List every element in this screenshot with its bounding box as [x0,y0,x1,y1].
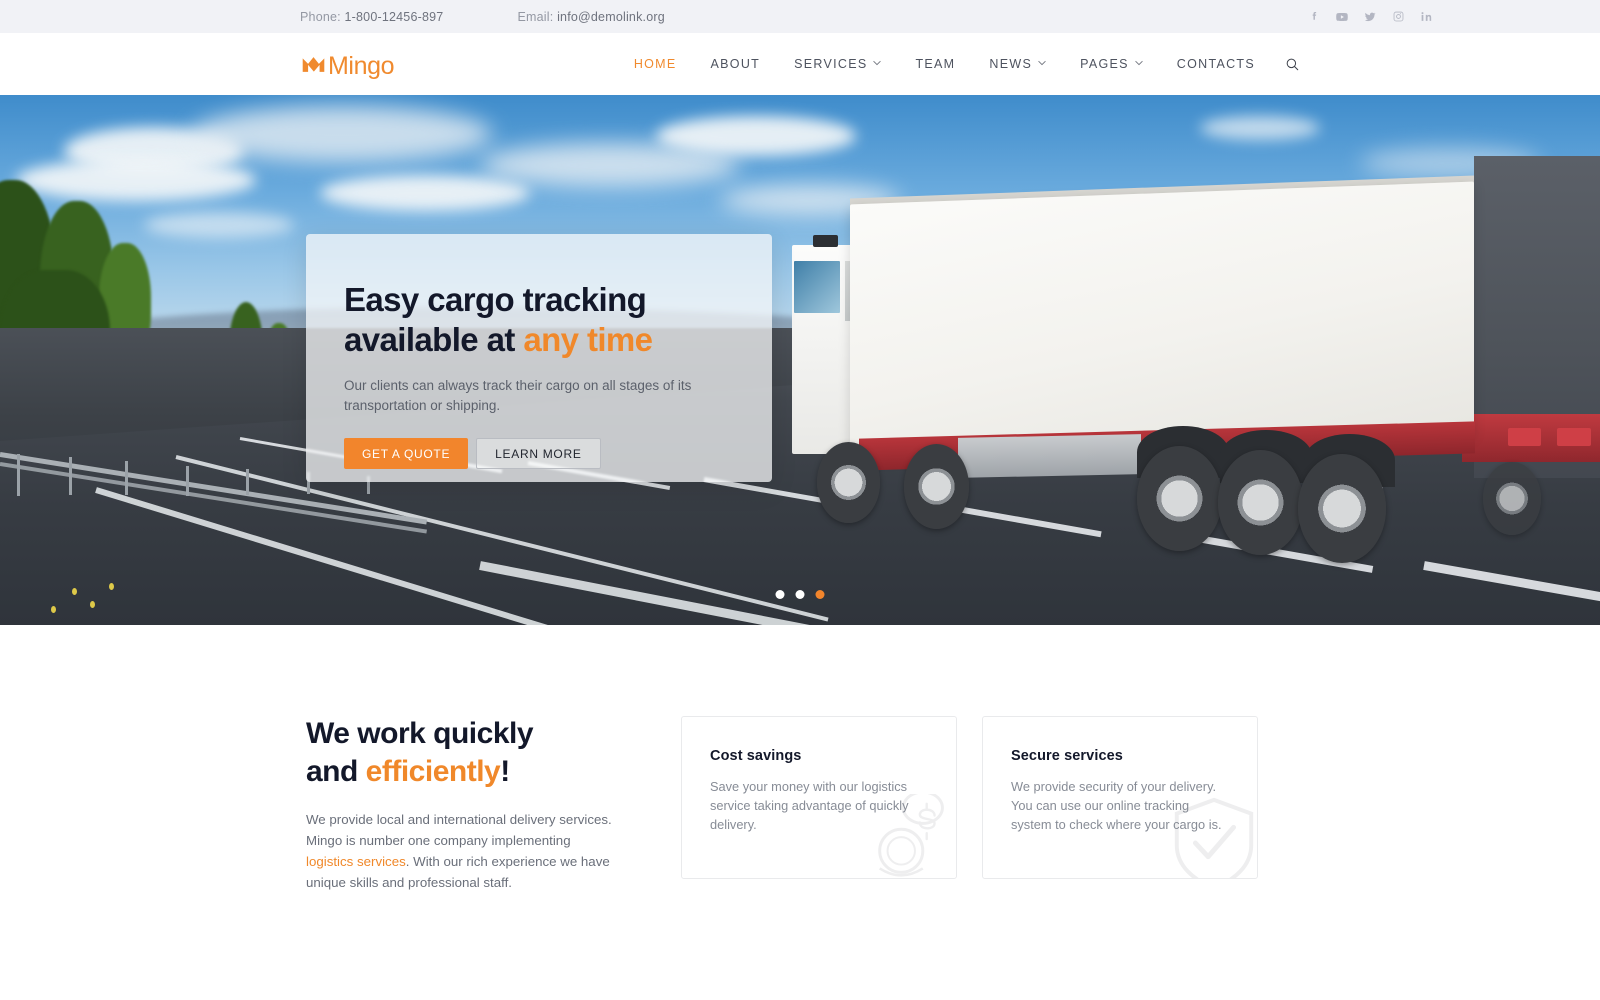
phone-value[interactable]: 1-800-12456-897 [345,10,444,24]
nav-label: TEAM [915,57,956,71]
slider-dot-3[interactable] [815,590,825,599]
youtube-icon[interactable] [1335,10,1349,24]
hero-title-line2: available at any time [344,320,732,360]
email-info: Email: info@demolink.org [517,10,664,24]
features-intro: We work quickly and efficiently! We prov… [300,715,618,893]
linkedin-icon[interactable] [1419,10,1433,24]
hero-title-line2-plain: available at [344,320,524,358]
logistics-services-link[interactable]: logistics services [306,854,406,869]
twitter-icon[interactable] [1363,10,1377,24]
features-heading-plain: and [306,755,366,789]
social-links [1307,10,1433,24]
chevron-down-icon [1135,59,1143,67]
logo-mark-icon [302,56,325,72]
nav-item-services[interactable]: SERVICES [777,57,898,71]
email-label: Email: [517,9,554,24]
features-heading-accent: efficiently [365,755,501,789]
features-heading-end: ! [500,755,510,789]
slider-dot-1[interactable] [775,590,785,599]
nav-item-pages[interactable]: PAGES [1063,57,1160,71]
features-heading-line2: and efficiently! [306,753,618,791]
search-icon[interactable] [1285,57,1300,72]
chevron-down-icon [873,59,882,67]
facebook-icon[interactable] [1307,10,1321,24]
card-title: Cost savings [710,748,802,764]
main-nav: HOME ABOUT SERVICES TEAM NEWS PAGES CONT… [617,57,1300,72]
features-section: We work quickly and efficiently! We prov… [300,625,1300,893]
logo[interactable]: Mingo [300,51,394,78]
nav-item-news[interactable]: NEWS [972,57,1063,71]
slider-dot-2[interactable] [795,590,805,599]
hero-subtitle: Our clients can always track their cargo… [344,378,692,413]
get-a-quote-button[interactable]: GET A QUOTE [344,438,469,470]
email-value[interactable]: info@demolink.org [557,10,665,24]
features-heading-line1: We work quickly [306,717,534,750]
features-paragraph-part1: We provide local and international deliv… [306,811,612,848]
nav-label: NEWS [989,57,1033,71]
chevron-down-icon [1038,59,1046,67]
feature-card-cost-savings[interactable]: Cost savings Save your money with our lo… [681,716,957,879]
nav-item-contacts[interactable]: CONTACTS [1160,57,1272,71]
feature-card-secure-services[interactable]: Secure services We provide security of y… [982,716,1258,879]
nav-label: CONTACTS [1176,57,1255,71]
nav-item-team[interactable]: TEAM [898,57,972,71]
features-heading: We work quickly and efficiently! [306,715,618,792]
hero-background-image [0,95,1600,625]
nav-label: HOME [633,57,677,71]
truck-illustration [792,132,1600,564]
slider-pagination [775,590,825,599]
logo-text: Mingo [328,51,395,80]
features-paragraph: We provide local and international deliv… [306,809,618,893]
nav-label: PAGES [1080,57,1129,71]
site-header: Mingo HOME ABOUT SERVICES TEAM NEWS PAGE… [0,33,1600,95]
top-bar: Phone: 1-800-12456-897 Email: info@demol… [0,0,1600,33]
instagram-icon[interactable] [1391,10,1405,24]
phone-info: Phone: 1-800-12456-897 [300,10,443,24]
hero-content-card: Easy cargo tracking available at any tim… [306,234,772,482]
hero-buttons: GET A QUOTE LEARN MORE [344,438,732,470]
card-text: Save your money with our logistics servi… [710,779,909,832]
nav-item-about[interactable]: ABOUT [694,57,778,71]
learn-more-button[interactable]: LEARN MORE [476,438,601,470]
hero-title-accent: any time [523,320,653,358]
phone-label: Phone: [300,9,341,24]
hero-slider: Easy cargo tracking available at any tim… [0,95,1600,625]
nav-label: SERVICES [794,57,868,71]
hero-title-line1: Easy cargo tracking [344,281,647,318]
hero-title: Easy cargo tracking available at any tim… [344,280,732,359]
nav-item-home[interactable]: HOME [617,57,694,71]
card-text: We provide security of your delivery. Yo… [1011,779,1222,832]
feature-cards: Cost savings Save your money with our lo… [681,716,1258,879]
nav-label: ABOUT [710,57,761,71]
card-title: Secure services [1011,748,1123,764]
